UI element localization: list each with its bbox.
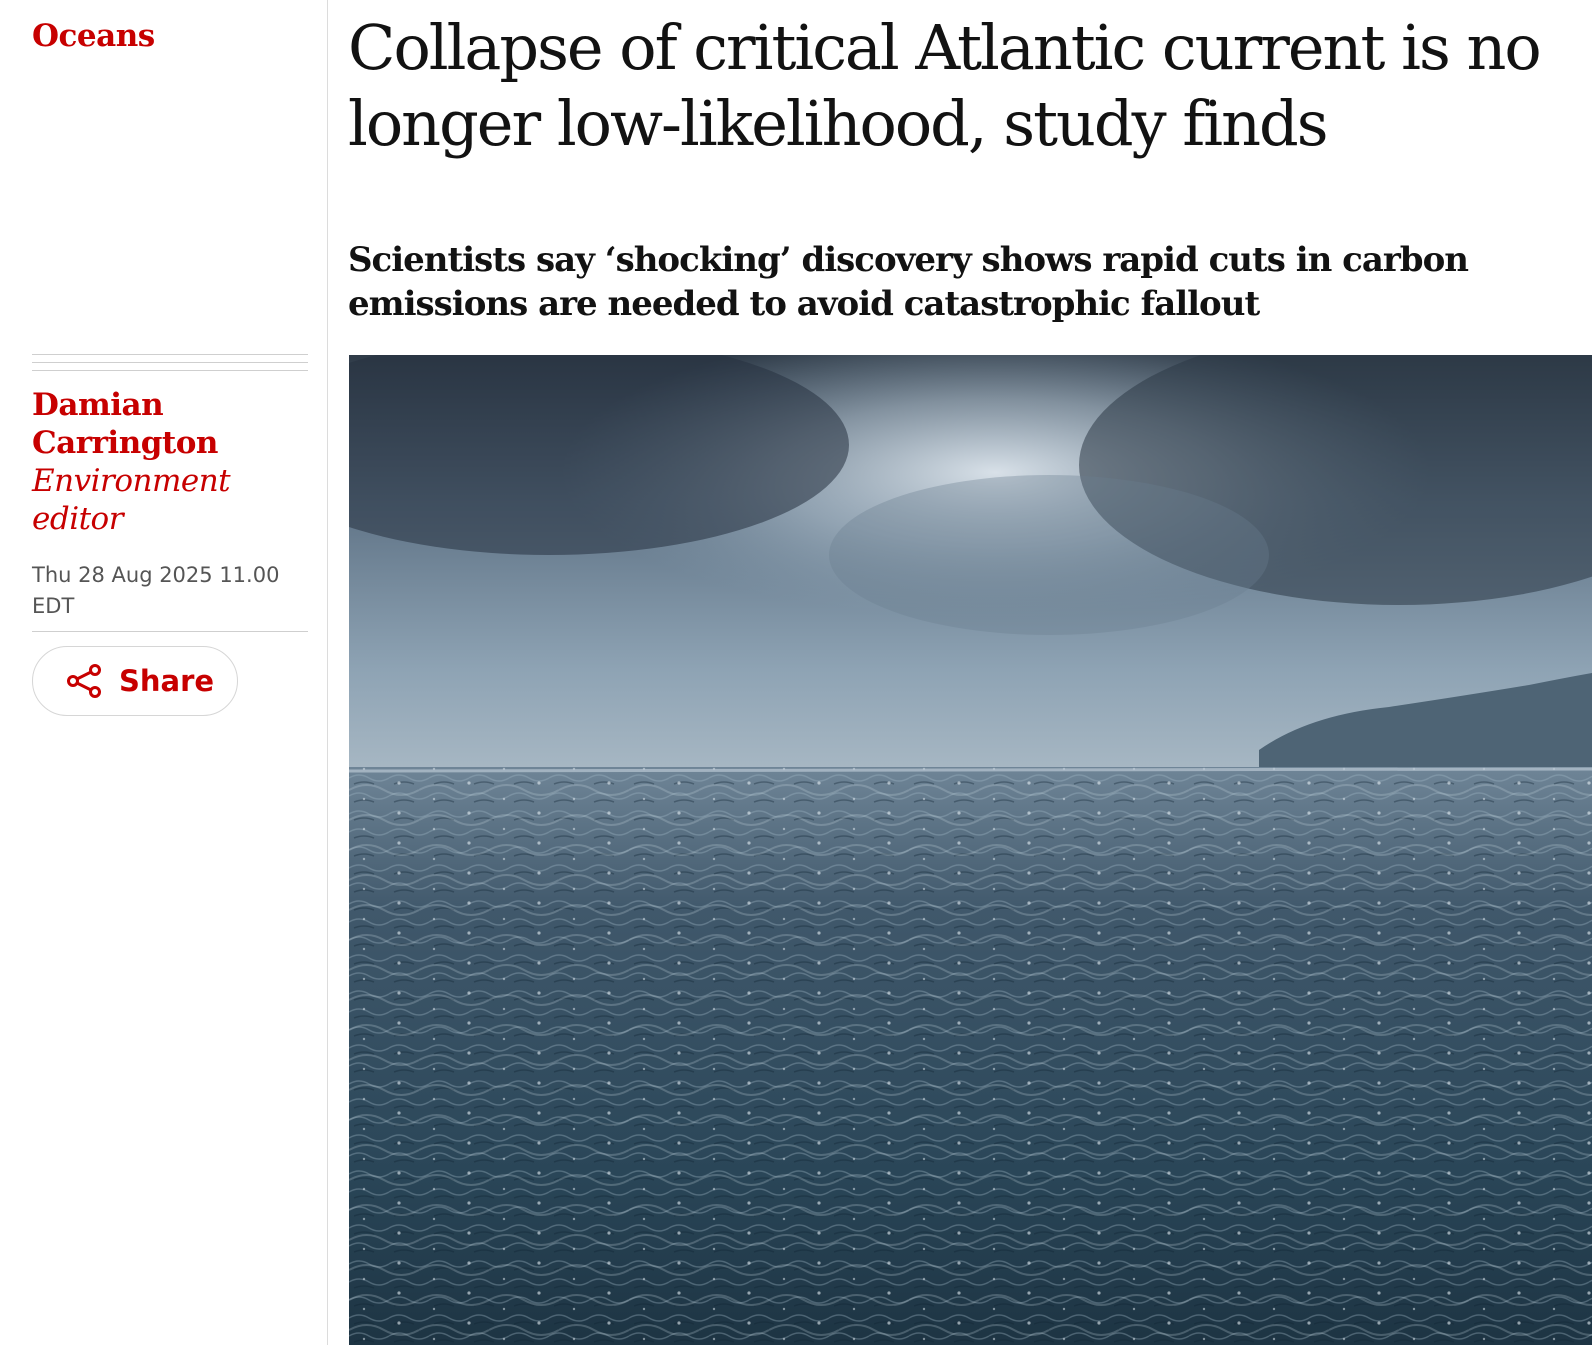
share-icon <box>67 664 101 698</box>
author-role-line1: Environment <box>32 463 231 499</box>
section-link[interactable]: Oceans <box>32 18 155 54</box>
publish-date-line2: EDT <box>32 594 75 618</box>
stormy-ocean-photo <box>349 355 1592 1345</box>
article-headline: Collapse of critical Atlantic current is… <box>348 11 1542 160</box>
author-name-line1: Damian <box>32 387 164 423</box>
author-name-line2: Carrington <box>32 425 218 461</box>
byline: Damian Carrington Environment editor <box>32 386 302 538</box>
share-label: Share <box>119 664 215 698</box>
publish-date-line1: Thu 28 Aug 2025 11.00 <box>32 563 280 587</box>
meta-divider <box>32 631 308 632</box>
byline-divider <box>32 354 308 378</box>
article-meta-column: Oceans Damian Carrington Environment edi… <box>0 0 328 1345</box>
publish-date: Thu 28 Aug 2025 11.00 EDT <box>32 560 308 622</box>
article-standfirst: Scientists say ‘shocking’ discovery show… <box>348 240 1469 324</box>
hero-image <box>349 355 1592 1345</box>
author-role: Environment editor <box>32 462 302 538</box>
author-link[interactable]: Damian Carrington <box>32 386 302 462</box>
share-button[interactable]: Share <box>32 646 238 716</box>
author-role-line2: editor <box>32 501 124 537</box>
